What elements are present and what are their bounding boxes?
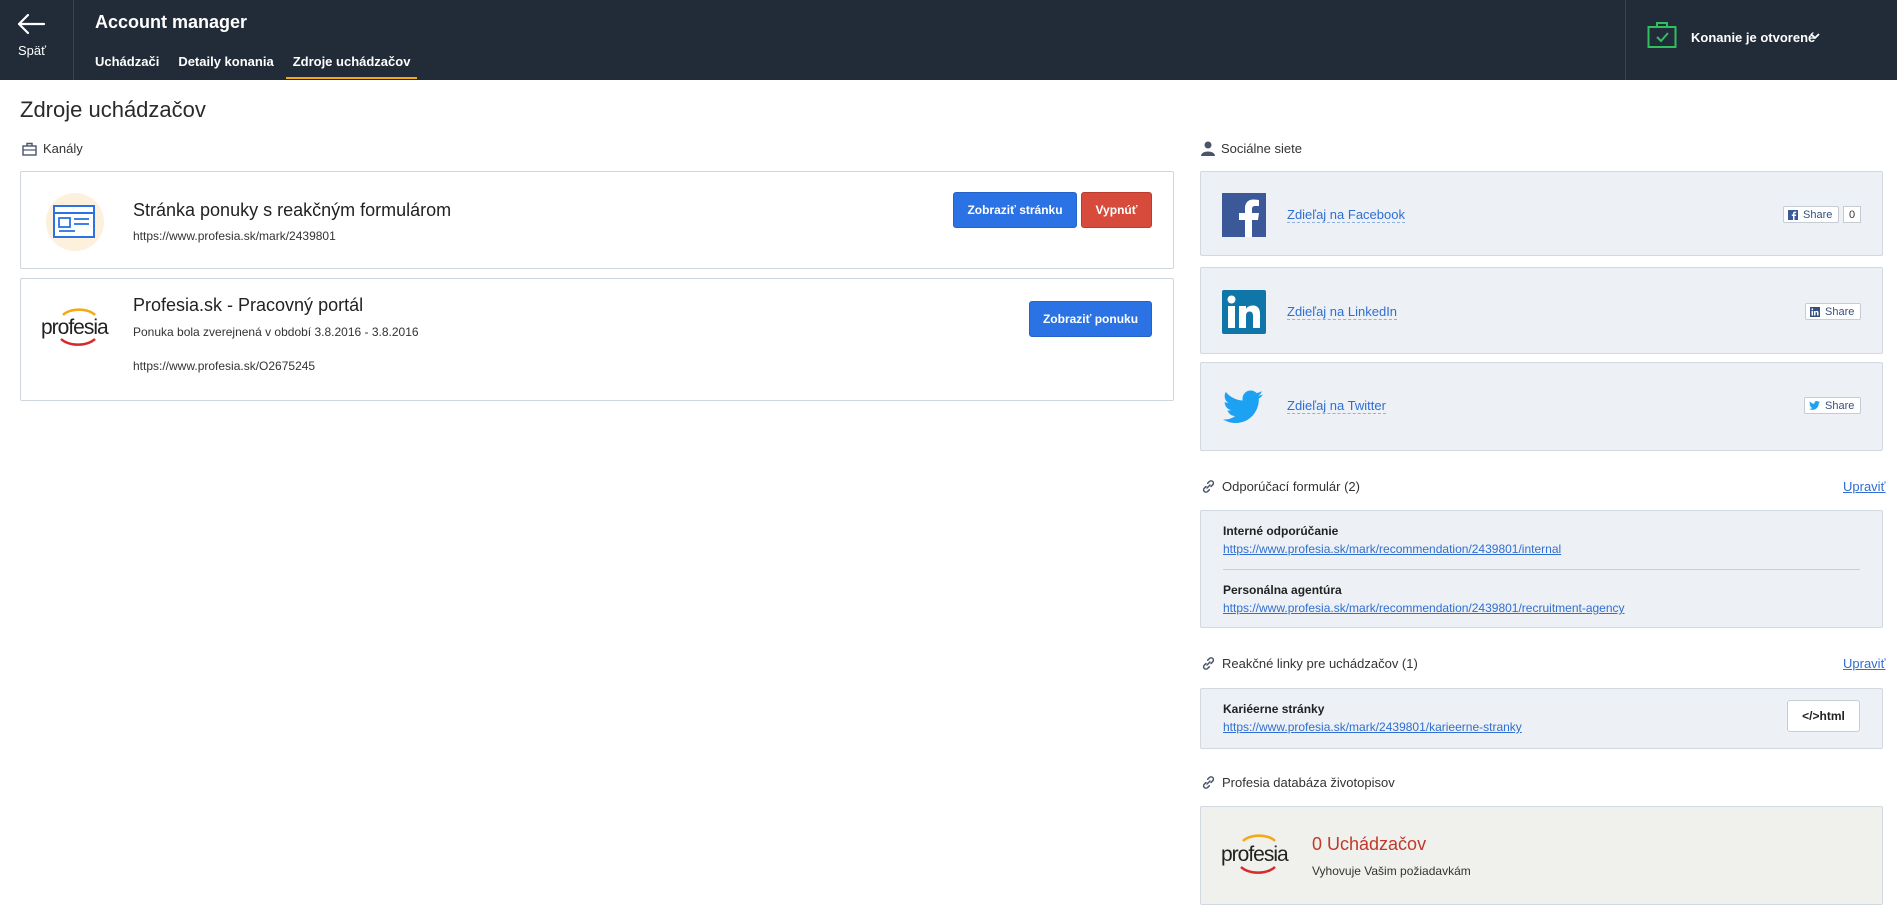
back-label: Späť (17, 43, 46, 58)
social-label: Sociálne siete (1201, 141, 1302, 156)
profesia-logo: profesia (41, 305, 113, 351)
reaction-links-panel: Kariéerne stránky https://www.profesia.s… (1200, 688, 1883, 749)
twitter-small-icon (1809, 401, 1820, 410)
twitter-share-button[interactable]: Share (1804, 397, 1862, 414)
cv-database-count: 0 Uchádzačov (1312, 834, 1427, 854)
html-embed-button[interactable]: </>html (1787, 700, 1860, 732)
facebook-share-button[interactable]: Share (1783, 206, 1840, 223)
referral-name: Personálna agentúra (1223, 583, 1342, 597)
twitter-icon (1223, 390, 1263, 423)
referral-label: Odporúčací formulár (2) (1201, 479, 1360, 494)
channel-period: Ponuka bola zverejnená v období 3.8.2016… (133, 325, 419, 339)
channel-url: https://www.profesia.sk/mark/2439801 (133, 229, 336, 243)
view-offer-button[interactable]: Zobraziť ponuku (1029, 301, 1152, 337)
app-title: Account manager (95, 12, 248, 32)
referral-edit-link[interactable]: Upraviť (1843, 479, 1885, 494)
cv-database-label-text: Profesia databáza životopisov (1222, 775, 1395, 790)
referral-panel: Interné odporúčanie https://www.profesia… (1200, 510, 1883, 628)
back-button[interactable]: Späť (0, 0, 74, 80)
link-icon (1202, 480, 1215, 493)
profesia-logo-text: profesia (41, 316, 109, 339)
reaction-link-name: Kariéerne stránky (1223, 702, 1325, 716)
linkedin-icon (1222, 290, 1266, 334)
reaction-links-label-text: Reakčné linky pre uchádzačov (1) (1222, 656, 1418, 671)
share-label: Share (1825, 399, 1855, 412)
tab-applicants[interactable]: Uchádzači (88, 52, 166, 79)
disable-button[interactable]: Vypnúť (1081, 192, 1152, 228)
share-facebook-link[interactable]: Zdieľaj na Facebook (1287, 207, 1405, 223)
page-title: Zdroje uchádzačov (20, 97, 206, 122)
view-page-button[interactable]: Zobraziť stránku (953, 192, 1077, 228)
social-facebook-panel: Zdieľaj na Facebook Share 0 (1200, 171, 1883, 256)
referral-url-internal[interactable]: https://www.profesia.sk/mark/recommendat… (1223, 542, 1561, 556)
channel-card-profesia-portal: profesia Profesia.sk - Pracovný portál P… (20, 278, 1174, 401)
tab-procedure-details[interactable]: Detaily konania (171, 52, 280, 79)
channel-card-offer-page: Stránka ponuky s reakčným formulárom htt… (20, 171, 1174, 269)
share-label: Share (1825, 305, 1855, 318)
channel-url: https://www.profesia.sk/O2675245 (133, 359, 316, 373)
channels-label-text: Kanály (43, 141, 83, 156)
share-twitter-link[interactable]: Zdieľaj na Twitter (1287, 398, 1386, 414)
profesia-logo-text: profesia (1221, 843, 1289, 866)
linkedin-share-button[interactable]: Share (1805, 303, 1862, 320)
linkedin-small-icon (1810, 306, 1820, 317)
facebook-icon (1222, 193, 1266, 237)
briefcase-check-icon (1647, 22, 1677, 48)
link-icon (1202, 776, 1215, 789)
referral-url-agency[interactable]: https://www.profesia.sk/mark/recommendat… (1223, 601, 1625, 615)
referral-label-text: Odporúčací formulár (2) (1222, 479, 1360, 494)
cv-database-description: Vyhovuje Vašim požiadavkám (1312, 864, 1471, 878)
cv-database-label: Profesia databáza životopisov (1201, 775, 1395, 790)
user-icon (1201, 141, 1215, 156)
channels-label: Kanály (22, 141, 83, 156)
channel-title: Stránka ponuky s reakčným formulárom (133, 200, 452, 220)
profesia-logo: profesia (1221, 831, 1293, 881)
status-text: Konanie je otvorené (1691, 30, 1816, 45)
procedure-status-dropdown[interactable]: Konanie je otvorené (1625, 0, 1897, 80)
reaction-links-edit-link[interactable]: Upraviť (1843, 656, 1885, 671)
reaction-links-label: Reakčné linky pre uchádzačov (1) (1201, 656, 1418, 671)
social-twitter-panel: Zdieľaj na Twitter Share (1200, 362, 1883, 451)
web-form-icon (46, 193, 104, 251)
tab-bar: Uchádzači Detaily konania Zdroje uchádza… (88, 52, 422, 79)
divider (1223, 569, 1860, 570)
reaction-link-url[interactable]: https://www.profesia.sk/mark/2439801/kar… (1223, 720, 1522, 734)
facebook-small-icon (1788, 209, 1798, 220)
facebook-share-count: 0 (1843, 206, 1861, 223)
social-label-text: Sociálne siete (1221, 141, 1302, 156)
briefcase-icon (22, 142, 37, 156)
link-icon (1202, 657, 1215, 670)
tab-applicant-sources[interactable]: Zdroje uchádzačov (285, 52, 418, 79)
channel-title: Profesia.sk - Pracovný portál (133, 295, 364, 315)
share-label: Share (1803, 208, 1833, 221)
cv-database-panel: profesia 0 Uchádzačov Vyhovuje Vašim pož… (1200, 806, 1883, 905)
chevron-down-icon (1810, 33, 1820, 40)
referral-name: Interné odporúčanie (1223, 524, 1339, 538)
share-linkedin-link[interactable]: Zdieľaj na LinkedIn (1287, 304, 1398, 320)
top-bar: Späť Account manager Uchádzači Detaily k… (0, 0, 1897, 80)
social-linkedin-panel: Zdieľaj na LinkedIn Share (1200, 267, 1883, 354)
arrow-left-icon (17, 13, 46, 35)
